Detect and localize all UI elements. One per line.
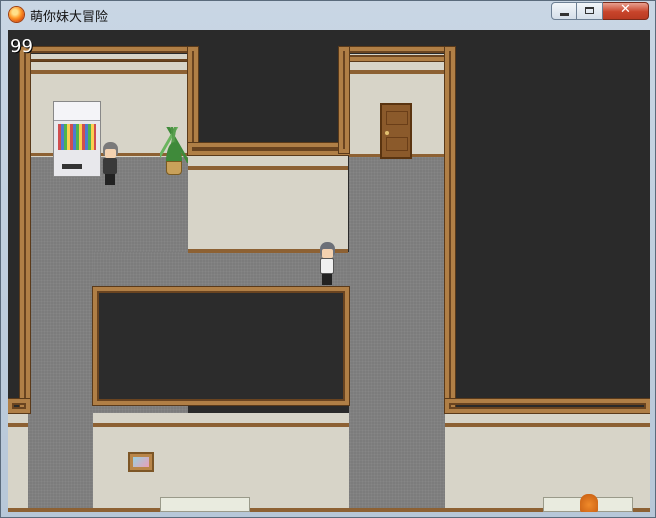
orange-haired-character[interactable] [580, 494, 598, 512]
door-knob [385, 131, 389, 135]
close-button[interactable]: ✕ [603, 2, 649, 20]
maximize-icon [585, 7, 594, 14]
window-title: 萌你妹大冒险 [30, 10, 109, 25]
npc-body [103, 158, 117, 174]
vending-machine-sign [54, 102, 100, 121]
minimize-icon [560, 13, 569, 16]
wall-trim [93, 423, 349, 427]
picture-art [133, 457, 149, 467]
orange-orb-icon [9, 7, 24, 22]
wall-trim [188, 166, 348, 170]
wall-picture [128, 452, 154, 472]
wall-trim [349, 70, 445, 74]
title-bar[interactable]: 萌你妹大冒险 ✕ [1, 1, 655, 29]
wood-pillar-upper-right-left [339, 47, 349, 153]
wood-frame-upper-right [339, 47, 455, 61]
npc-character[interactable] [100, 142, 120, 186]
player-body [320, 258, 334, 274]
wood-frame-bottom-left [8, 399, 30, 413]
wall-trim [8, 423, 28, 427]
wooden-door[interactable] [380, 103, 412, 159]
wood-frame-bottom-right [445, 399, 650, 413]
wood-pillar-left [20, 47, 30, 413]
potted-plant [158, 127, 190, 179]
player-character[interactable] [317, 242, 337, 286]
score-counter: 99 [10, 36, 33, 57]
caption-buttons: ✕ [551, 2, 649, 20]
vending-machine-drinks [58, 124, 96, 150]
counter-bottom-left [160, 497, 250, 512]
wall-bottom-left [8, 413, 28, 512]
wall-trim [445, 423, 650, 427]
door-panel [386, 111, 408, 125]
game-canvas[interactable]: 99 [8, 30, 650, 512]
wood-pillar-upper-right-right [445, 47, 455, 413]
vending-machine-slot [62, 164, 82, 169]
floor-right-corridor [349, 153, 445, 512]
player-legs [322, 274, 332, 285]
minimize-button[interactable] [551, 2, 577, 20]
player-face [322, 249, 333, 258]
vending-machine[interactable] [53, 101, 101, 177]
plant-leaves [160, 127, 188, 163]
close-icon: ✕ [620, 2, 631, 17]
npc-legs [105, 174, 115, 185]
wood-frame-upper-left-top [20, 47, 198, 61]
game-window: 萌你妹大冒险 ✕ 99 [0, 0, 656, 518]
wood-frame-lower-middle [93, 287, 349, 405]
npc-face [105, 149, 116, 158]
door-panel [386, 137, 408, 151]
maximize-button[interactable] [577, 2, 603, 20]
plant-pot [166, 161, 182, 175]
wood-frame-center-top [188, 143, 349, 155]
